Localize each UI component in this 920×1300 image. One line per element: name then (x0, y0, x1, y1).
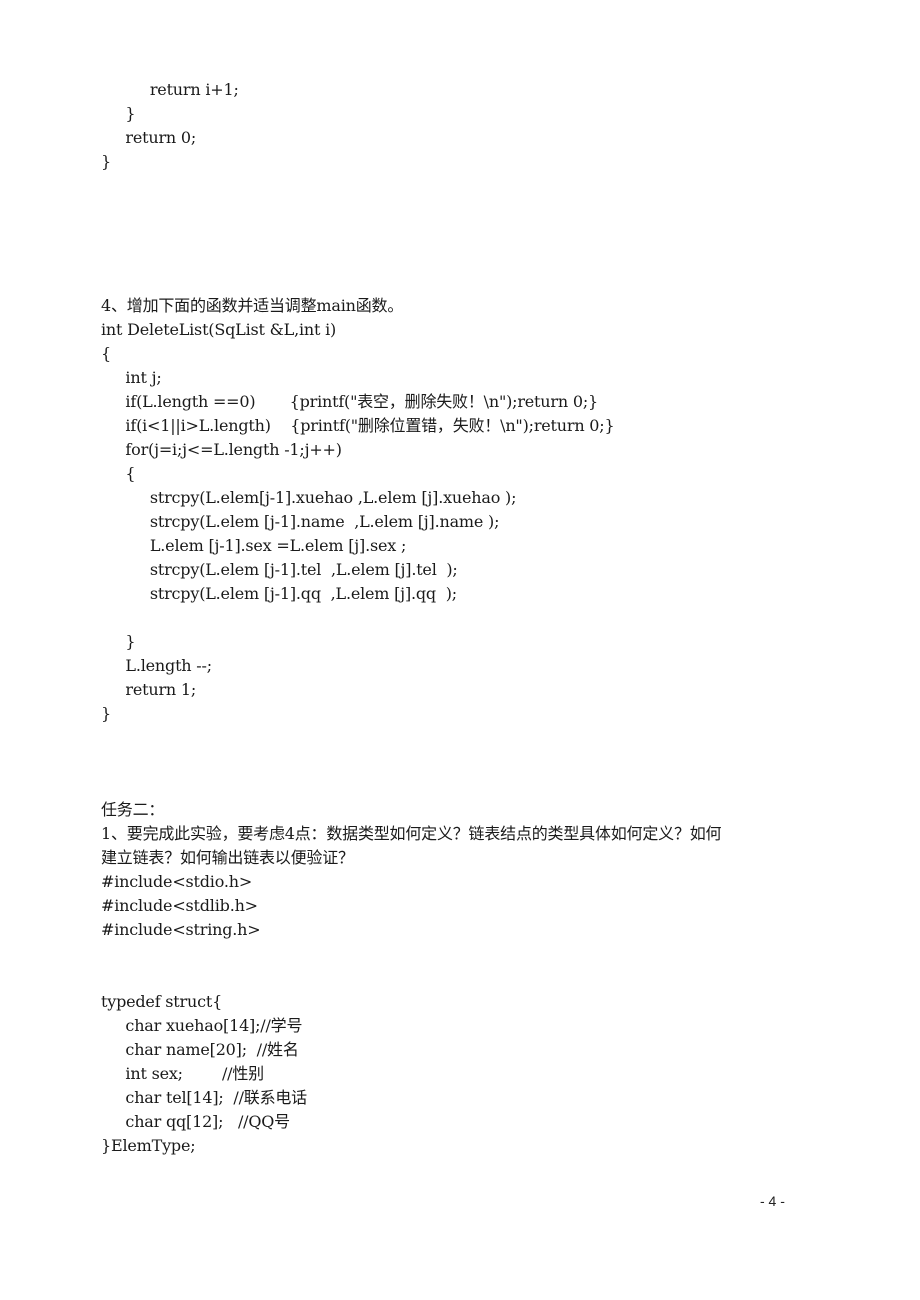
code-line: return 1; (101, 680, 197, 699)
paragraph-line: 建立链表？如何输出链表以便验证？ (101, 848, 354, 867)
code-line: char tel[14]; //联系电话 (101, 1088, 307, 1107)
code-line: int DeleteList(SqList &L,int i) (101, 320, 337, 339)
code-line: } (101, 632, 136, 651)
code-line: typedef struct{ (101, 992, 223, 1011)
code-line: int j; (101, 368, 162, 387)
code-line: if(L.length ==0) {printf("表空，删除失败！\n");r… (101, 392, 598, 411)
code-line: { (101, 464, 136, 483)
code-line: for(j=i;j<=L.length -1;j++) (101, 440, 342, 459)
code-line: } (101, 152, 111, 171)
section-heading: 任务二： (101, 800, 165, 819)
code-line: char xuehao[14];//学号 (101, 1016, 303, 1035)
code-line: #include<stdio.h> (101, 872, 253, 891)
code-line: strcpy(L.elem[j-1].xuehao ,L.elem [j].xu… (101, 488, 517, 507)
code-line: char qq[12]; //QQ号 (101, 1112, 290, 1131)
code-line: } (101, 104, 136, 123)
code-line: strcpy(L.elem [j-1].tel ,L.elem [j].tel … (101, 560, 458, 579)
code-line: return i+1; (101, 80, 239, 99)
code-line: #include<stdlib.h> (101, 896, 258, 915)
code-line: strcpy(L.elem [j-1].qq ,L.elem [j].qq ); (101, 584, 457, 603)
code-line: L.elem [j-1].sex =L.elem [j].sex ; (101, 536, 407, 555)
code-line: { (101, 344, 111, 363)
code-line: #include<string.h> (101, 920, 261, 939)
code-line: strcpy(L.elem [j-1].name ,L.elem [j].nam… (101, 512, 500, 531)
code-line: }ElemType; (101, 1136, 196, 1155)
code-line: return 0; (101, 128, 197, 147)
paragraph-line: 1、要完成此实验，要考虑4点：数据类型如何定义？链表结点的类型具体如何定义？如何 (101, 824, 722, 843)
code-line: L.length --; (101, 656, 212, 675)
section-heading: 4、增加下面的函数并适当调整main函数。 (101, 296, 404, 315)
code-line: int sex; //性别 (101, 1064, 264, 1083)
code-line: if(i<1||i>L.length) {printf("删除位置错，失败！\n… (101, 416, 615, 435)
code-line: char name[20]; //姓名 (101, 1040, 299, 1059)
code-line: } (101, 704, 111, 723)
page-number: - 4 - (760, 1193, 785, 1209)
